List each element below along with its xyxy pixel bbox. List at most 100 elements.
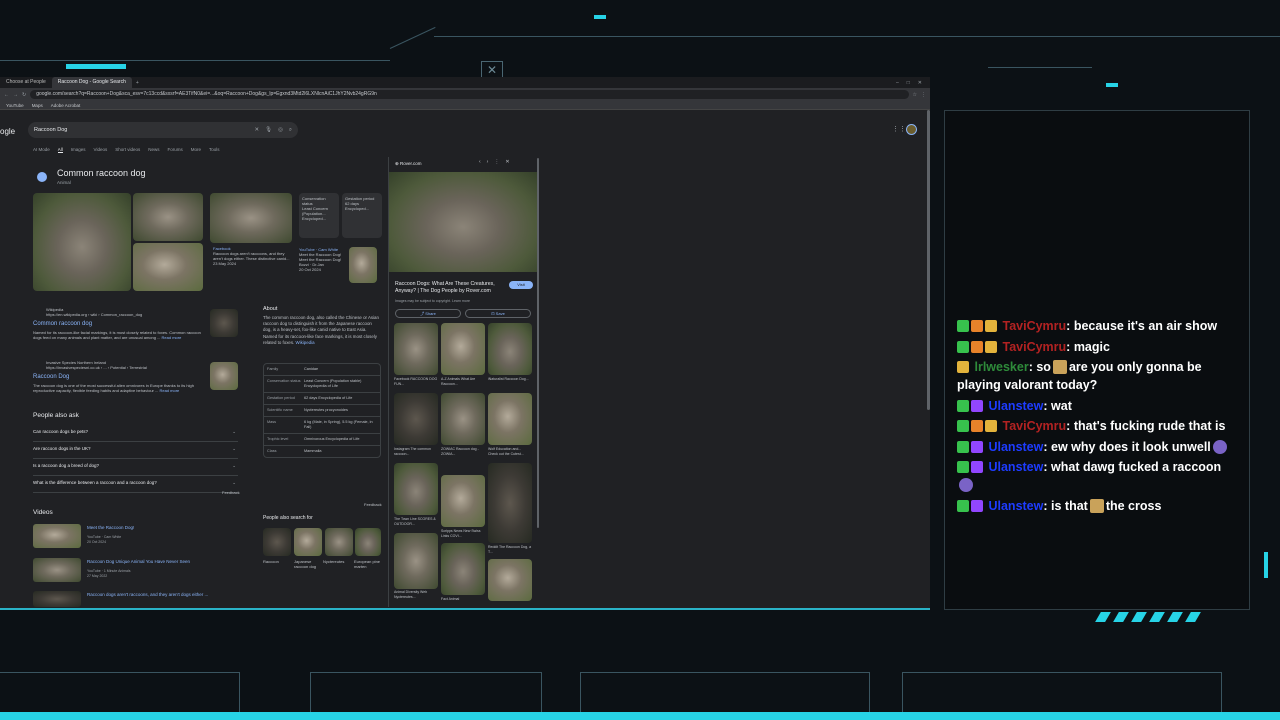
chat-username[interactable]: TaviCymru	[1002, 319, 1066, 333]
paa-question[interactable]: Are raccoon dogs in the UK? ⌄	[33, 442, 238, 459]
mic-icon[interactable]: 🎙	[265, 122, 272, 138]
paa-feedback[interactable]: Feedback	[222, 490, 240, 495]
pasf-image-nyctereutes[interactable]	[325, 528, 353, 556]
facebook-snippet[interactable]: Facebook Raccoon dogs aren't raccoons, a…	[213, 246, 293, 266]
result-invasive-title[interactable]: Raccoon Dog	[33, 374, 69, 380]
back-icon[interactable]: ←	[4, 92, 9, 98]
chat-username[interactable]: Ulanstew	[988, 460, 1043, 474]
video-title[interactable]: Raccoon dogs aren't raccoons, and they a…	[87, 592, 208, 597]
about-feedback[interactable]: Feedback	[364, 502, 382, 507]
filter-ai-mode[interactable]: AI Mode	[33, 147, 50, 153]
paa-question[interactable]: What is the difference between a raccoon…	[33, 476, 238, 493]
tab-people[interactable]: Choose at People	[0, 77, 52, 88]
pasf-image-japanese[interactable]	[294, 528, 322, 556]
youtube-snippet[interactable]: YouTube · Cam White Meet the Raccoon Dog…	[299, 247, 347, 272]
pasf-image-marten[interactable]	[355, 528, 381, 556]
pasf-label[interactable]: Raccoon	[263, 559, 291, 564]
video-thumbnail[interactable]	[33, 591, 81, 607]
filter-more[interactable]: More	[191, 147, 201, 153]
search-input[interactable]: Raccoon Dog ✕ 🎙 ◎ ⌕	[28, 122, 298, 138]
chat-username[interactable]: Ulanstew	[988, 499, 1043, 513]
pasf-image-raccoon[interactable]	[263, 528, 291, 556]
close-window-icon[interactable]: ✕	[918, 80, 922, 86]
bookmark-maps[interactable]: Maps	[32, 103, 43, 108]
share-button[interactable]: ⤴ Share	[395, 309, 461, 318]
viewer-main-image[interactable]	[389, 172, 537, 272]
related-image[interactable]	[441, 543, 485, 595]
related-image[interactable]	[488, 323, 532, 375]
filter-images[interactable]: Images	[71, 147, 86, 153]
related-image[interactable]	[488, 559, 532, 601]
video-thumbnail[interactable]	[33, 558, 81, 582]
apps-grid-icon[interactable]: ⋮⋮	[892, 125, 906, 133]
prev-icon[interactable]: ‹	[479, 159, 487, 165]
account-avatar[interactable]	[906, 124, 917, 135]
related-image[interactable]	[488, 463, 532, 543]
raccoon-image-3[interactable]	[133, 243, 203, 291]
tab-raccoon-dog[interactable]: Raccoon Dog - Google Search	[51, 77, 132, 88]
pasf-label[interactable]: Japanese raccoon dog	[294, 559, 324, 569]
url-field[interactable]: google.com/search?q=Raccoon+Dog&sca_esv=…	[30, 90, 909, 99]
filter-short-videos[interactable]: Short videos	[115, 147, 140, 153]
forward-icon[interactable]: →	[13, 92, 18, 98]
video-title[interactable]: Raccoon Dog Unique Animal You Have Never…	[87, 559, 190, 564]
search-icon[interactable]: ⌕	[289, 122, 292, 138]
related-image[interactable]	[488, 393, 532, 445]
fact-card-conservation[interactable]: Conservation status Least Concern (Popul…	[299, 193, 339, 238]
raccoon-image-main[interactable]	[33, 193, 131, 291]
facebook-thumbnail[interactable]	[210, 193, 292, 243]
pasf-label[interactable]: European pine marten	[354, 559, 382, 569]
viewer-title[interactable]: Raccoon Dogs: What Are These Creatures, …	[395, 281, 505, 295]
browser-scrollbar[interactable]	[927, 110, 930, 410]
related-image[interactable]	[441, 393, 485, 445]
bookmark-youtube[interactable]: YouTube	[6, 103, 24, 108]
related-image[interactable]	[441, 323, 485, 375]
save-button[interactable]: ⊡ Save	[465, 309, 531, 318]
google-logo[interactable]: ogle	[0, 127, 15, 136]
minimize-icon[interactable]: –	[896, 80, 899, 86]
chat-username[interactable]: Ulanstew	[988, 399, 1043, 413]
paa-question[interactable]: Can raccoon dogs be pets? ⌄	[33, 425, 238, 442]
chat-username[interactable]: TaviCymru	[1002, 419, 1066, 433]
pasf-label[interactable]: Nyctereutes	[323, 559, 353, 564]
chat-username[interactable]: Ulanstew	[988, 440, 1043, 454]
filter-tools[interactable]: Tools	[209, 147, 220, 153]
visit-button[interactable]: Visit	[509, 281, 533, 289]
page-scrollbar[interactable]	[537, 158, 539, 528]
filter-all[interactable]: All	[57, 147, 63, 153]
new-tab-icon[interactable]: +	[132, 80, 143, 86]
paa-question[interactable]: Is a raccoon dog a breed of dog? ⌄	[33, 459, 238, 476]
related-image[interactable]	[394, 393, 438, 445]
read-more-link[interactable]: Read more	[159, 388, 179, 393]
close-panel-icon[interactable]: ✕	[505, 159, 515, 165]
bookmark-star-icon[interactable]: ☆	[913, 92, 917, 98]
bookmark-acrobat[interactable]: Adobe Acrobat	[51, 103, 81, 108]
more-icon[interactable]: ⋮	[494, 159, 505, 165]
result-invasive-thumbnail[interactable]	[210, 362, 238, 390]
video-title[interactable]: Meet the Raccoon Dog!	[87, 525, 134, 530]
maximize-icon[interactable]: □	[907, 80, 910, 86]
lens-icon[interactable]: ◎	[278, 122, 283, 138]
share-label: Share	[425, 311, 436, 316]
related-image[interactable]	[394, 463, 438, 515]
extensions-icon[interactable]: ⋮	[921, 92, 926, 98]
read-more-link[interactable]: Read more	[162, 335, 182, 340]
filter-forums[interactable]: Forums	[168, 147, 183, 153]
raccoon-image-2[interactable]	[133, 193, 203, 241]
fact-card-gestation[interactable]: Gestation period 62 days Encycloped...	[342, 193, 382, 238]
youtube-thumbnail[interactable]	[349, 247, 377, 283]
video-thumbnail[interactable]	[33, 524, 81, 548]
viewer-source[interactable]: ⊕ Rover.com	[395, 161, 422, 167]
related-image[interactable]	[394, 533, 438, 589]
chat-username[interactable]: TaviCymru	[1002, 340, 1066, 354]
reload-icon[interactable]: ↻	[22, 92, 26, 98]
chat-username[interactable]: lrlwesker	[974, 360, 1028, 374]
result-wikipedia-thumbnail[interactable]	[210, 309, 238, 337]
related-image[interactable]	[441, 475, 485, 527]
about-source-link[interactable]: Wikipedia	[295, 340, 314, 345]
result-wikipedia-title[interactable]: Common raccoon dog	[33, 321, 92, 327]
filter-videos[interactable]: Videos	[94, 147, 108, 153]
clear-icon[interactable]: ✕	[255, 122, 260, 138]
filter-news[interactable]: News	[148, 147, 159, 153]
related-image[interactable]	[394, 323, 438, 375]
